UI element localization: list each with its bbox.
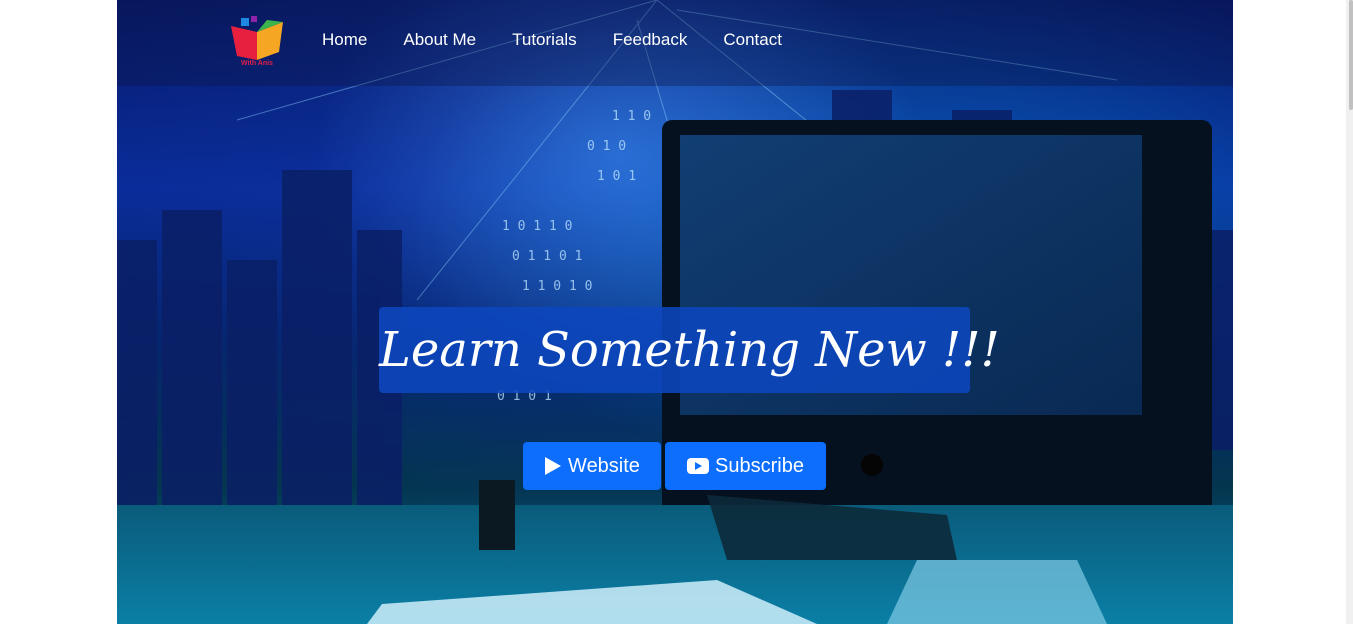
navbar: With Anis Home About Me Tutorials Feedba… (117, 0, 1233, 86)
youtube-icon (687, 458, 710, 474)
svg-text:0 1 0: 0 1 0 (587, 139, 626, 154)
hero-section: 1 0 1 1 0 0 1 1 0 1 1 1 0 1 0 0 1 0 1 0 … (117, 0, 1233, 624)
svg-text:0 1 1 0 1: 0 1 1 0 1 (512, 249, 582, 264)
svg-text:1 0 1: 1 0 1 (597, 169, 636, 184)
website-button[interactable]: Website (523, 442, 661, 490)
nav-link-home[interactable]: Home (322, 30, 367, 50)
play-icon (545, 457, 562, 475)
svg-text:1 1 0 1 0: 1 1 0 1 0 (522, 279, 592, 294)
website-button-label: Website (568, 454, 640, 477)
svg-text:1 1 0: 1 1 0 (612, 109, 651, 124)
hero-title: Learn Something New !!! (379, 307, 1000, 393)
nav-link-feedback[interactable]: Feedback (613, 30, 688, 50)
scrollbar-thumb[interactable] (1349, 0, 1353, 110)
nav-link-tutorials[interactable]: Tutorials (512, 30, 577, 50)
svg-text:1 0 1 1 0: 1 0 1 1 0 (502, 219, 572, 234)
nav-link-contact[interactable]: Contact (723, 30, 782, 50)
logo-text: With Anis (241, 60, 273, 67)
nav-links: Home About Me Tutorials Feedback Contact (322, 30, 818, 50)
nav-link-about-me[interactable]: About Me (403, 30, 476, 50)
subscribe-button[interactable]: Subscribe (665, 442, 826, 490)
subscribe-button-label: Subscribe (715, 454, 804, 477)
